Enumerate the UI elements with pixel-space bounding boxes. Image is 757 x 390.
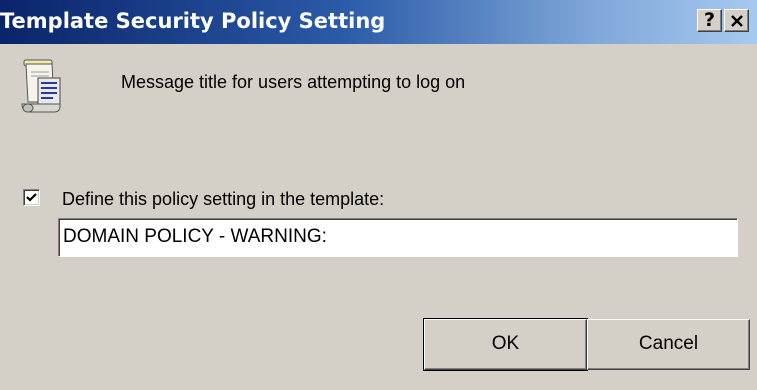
message-title-input[interactable]: DOMAIN POLICY - WARNING: [58,218,738,257]
checkmark-icon [26,193,37,202]
close-icon [730,15,743,27]
policy-scroll-icon [20,58,68,114]
title-bar[interactable]: Template Security Policy Setting ? [0,0,757,44]
window-title: Template Security Policy Setting [0,9,386,33]
help-button[interactable]: ? [697,9,722,32]
define-policy-checkbox[interactable] [23,189,40,206]
close-button[interactable] [724,9,749,32]
policy-description: Message title for users attempting to lo… [121,72,466,92]
define-policy-label[interactable]: Define this policy setting in the templa… [62,189,384,210]
cancel-button[interactable]: Cancel [587,319,750,370]
ok-button[interactable]: OK [423,318,588,371]
